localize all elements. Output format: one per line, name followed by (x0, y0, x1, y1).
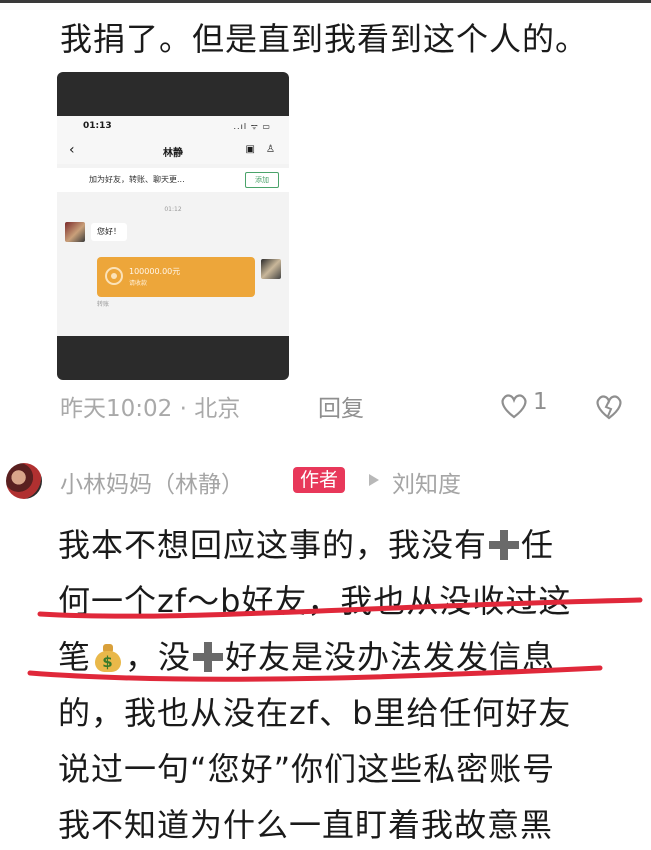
plus-icon (489, 530, 520, 560)
money-bag-icon: $ (93, 642, 123, 672)
reply-arrow-icon (369, 474, 379, 486)
transfer-coin-icon (105, 267, 123, 285)
plus-icon (193, 642, 224, 672)
text-segment: 任 (521, 526, 555, 564)
person-icon: ♙ (266, 144, 275, 155)
add-friend-banner: 加为好友，转账、聊天更... 添加 (57, 168, 289, 192)
broken-heart-icon[interactable] (595, 394, 623, 420)
hello-message: 您好！ (91, 223, 127, 241)
heart-icon[interactable] (500, 393, 528, 419)
text-segment: 笔 (58, 638, 92, 676)
signal-icon: ..ıl ᯤ ▭ (233, 122, 271, 131)
sender-avatar (65, 222, 85, 242)
add-friend-button: 添加 (245, 172, 279, 188)
text-segment: 我本不想回应这事的，我没有 (58, 526, 488, 564)
chat-screen: 01:13 ..ıl ᯤ ▭ ‹ 林静 ▣ ♙ 加为好友，转账、聊天更... 添… (57, 116, 289, 336)
status-bar: 01:13 ..ıl ᯤ ▭ (57, 116, 289, 138)
transfer-amount: 100000.00元 (129, 267, 181, 276)
author-badge: 作者 (293, 467, 346, 493)
text-segment: 好友是没办法发发信息 (225, 638, 556, 676)
comment-text: 我捐了。但是直到我看到这个人的。 (60, 20, 589, 58)
comment-meta: 昨天10:02 · 北京 (60, 396, 241, 422)
transfer-status: 请收款 (129, 280, 148, 287)
comment-line: 的，我也从没在zf、b里给任何好友 (58, 694, 572, 732)
transfer-card: 100000.00元 请收款 (97, 257, 255, 297)
receiver-avatar (261, 259, 281, 279)
comment-line: 笔 $ ，没 好友是没办法发发信息 (58, 632, 555, 678)
avatar[interactable] (6, 463, 42, 499)
reply-target[interactable]: 刘知度 (392, 465, 461, 499)
chat-header: ‹ 林静 ▣ ♙ (57, 138, 289, 164)
card-icon: ▣ (245, 144, 255, 155)
like-count: 1 (533, 389, 548, 415)
username[interactable]: 小林妈妈（林静） (60, 465, 244, 499)
attached-screenshot[interactable]: 01:13 ..ıl ᯤ ▭ ‹ 林静 ▣ ♙ 加为好友，转账、聊天更... 添… (57, 72, 289, 380)
banner-text: 加为好友，转账、聊天更... (89, 175, 185, 184)
comment-line: 我不知道为什么一直盯着我故意黑 (58, 806, 554, 844)
top-divider (0, 0, 651, 3)
text-segment: ，没 (125, 638, 192, 676)
chat-timestamp: 01:12 (164, 206, 182, 213)
comment-line: 说过一句“您好”你们这些私密账号 (58, 750, 556, 788)
transfer-label: 转账 (97, 301, 110, 308)
reply-button[interactable]: 回复 (318, 389, 364, 423)
comment-line: 我本不想回应这事的，我没有任 (58, 520, 554, 566)
comment-line: 何一个zf～b好友，我也从没收过这 (58, 582, 572, 620)
status-time: 01:13 (83, 121, 112, 131)
